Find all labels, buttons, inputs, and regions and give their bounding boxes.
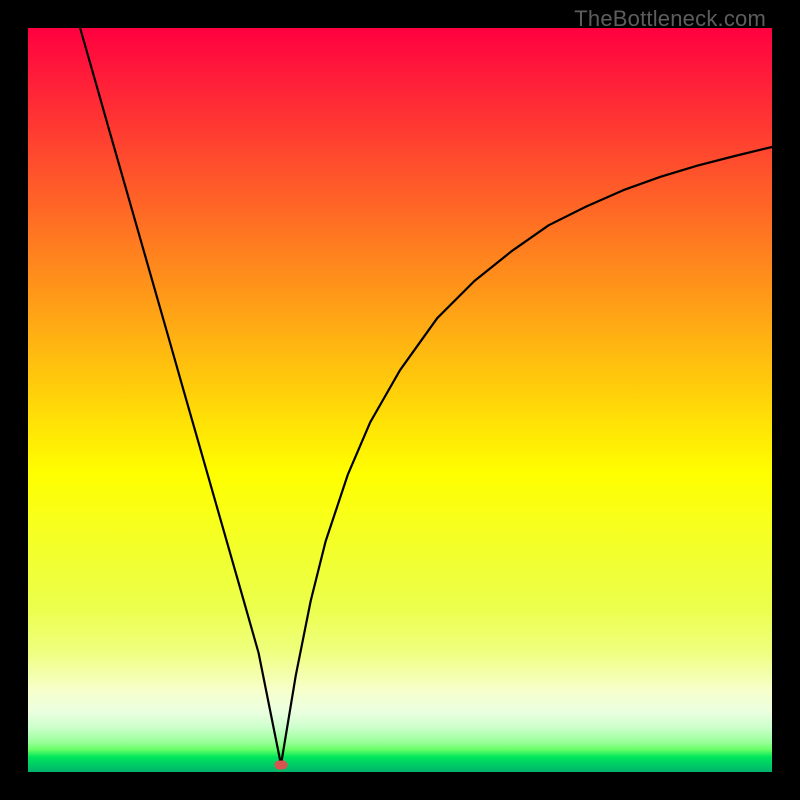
chart-frame: TheBottleneck.com [0,0,800,800]
watermark-text: TheBottleneck.com [574,6,766,32]
bottleneck-curve [80,28,772,765]
plot-area [28,28,772,772]
optimum-marker [274,760,287,769]
curve-layer [28,28,772,772]
